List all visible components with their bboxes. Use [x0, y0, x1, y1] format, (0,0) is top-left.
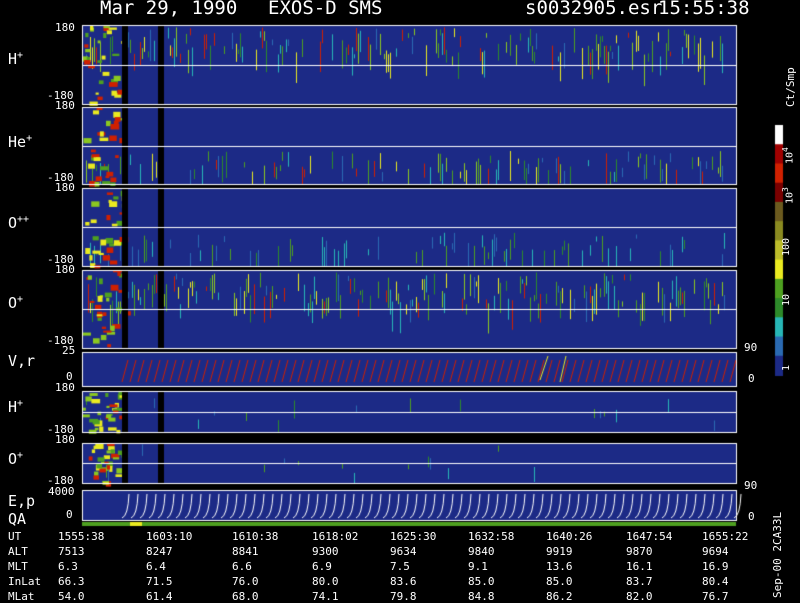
footer-value: 6.4 [146, 560, 166, 573]
panel-label-o-plus-2: O+ [8, 450, 24, 468]
footer-label-inlat: InLat [8, 575, 42, 588]
footer-value: 76.0 [232, 575, 259, 588]
footer-label-alt: ALT [8, 545, 28, 558]
right-tick: 0 [748, 372, 755, 385]
footer-value: 74.1 [312, 590, 339, 603]
footer-value: 1655:22 [702, 530, 749, 543]
colorbar-label-1000: 103 [781, 187, 796, 204]
footer-value: 71.5 [146, 575, 173, 588]
footer-value: 9870 [626, 545, 653, 558]
footer-value: 54.0 [58, 590, 85, 603]
footer-value: 1647:54 [626, 530, 673, 543]
footer-value: 1603:10 [146, 530, 193, 543]
panel-label-o-plus-plus: O++ [8, 214, 30, 232]
y-tick: 180 [55, 21, 75, 34]
colorbar-label-100: 100 [781, 237, 792, 256]
panel-label-ep: E,p [8, 492, 36, 510]
footer-value: 8841 [232, 545, 259, 558]
footer-value: 9840 [468, 545, 495, 558]
footer-value: 80.0 [312, 575, 339, 588]
y-tick: 180 [55, 263, 75, 276]
header-file: s0032905.esr [525, 0, 663, 19]
footer-value: 86.2 [546, 590, 573, 603]
panel-label-qa: QA [8, 510, 27, 528]
footer-value: 1625:30 [390, 530, 437, 543]
footer-value: 83.7 [626, 575, 653, 588]
side-label: Sep-00 2CA33L [771, 511, 784, 598]
y-tick: 180 [55, 381, 75, 394]
footer-value: 76.7 [702, 590, 729, 603]
footer-value: 83.6 [390, 575, 417, 588]
panel-label-h-plus: H+ [8, 50, 24, 68]
footer-label-ut: UT [8, 530, 22, 543]
panel-label-o-plus: O+ [8, 294, 24, 312]
footer-value: 8247 [146, 545, 173, 558]
header-date: Mar 29, 1990 [100, 0, 238, 19]
spectrogram-canvas [0, 0, 800, 600]
right-tick: 0 [748, 510, 755, 523]
y-tick: 180 [55, 181, 75, 194]
footer-value: 1555:38 [58, 530, 105, 543]
colorbar-label-1: 1 [781, 364, 792, 371]
footer-value: 66.3 [58, 575, 85, 588]
footer-label-mlt: MLT [8, 560, 28, 573]
footer-value: 13.6 [546, 560, 573, 573]
footer-value: 9.1 [468, 560, 488, 573]
footer-value: 16.9 [702, 560, 729, 573]
footer-value: 1640:26 [546, 530, 593, 543]
footer-value: 6.9 [312, 560, 332, 573]
footer-value: 16.1 [626, 560, 653, 573]
header-time: 15:55:38 [658, 0, 750, 19]
footer-value: 61.4 [146, 590, 173, 603]
y-tick: 4000 [48, 485, 75, 498]
y-tick: 25 [62, 344, 76, 357]
colorbar-unit: Ct/Smp [784, 67, 797, 107]
footer-value: 85.0 [546, 575, 573, 588]
footer-value: 82.0 [626, 590, 653, 603]
right-tick: 90 [744, 479, 758, 492]
colorbar-label-10000: 104 [781, 147, 796, 164]
panel-label-vr: V,r [8, 352, 36, 370]
footer-value: 9694 [702, 545, 729, 558]
footer-value: 6.6 [232, 560, 252, 573]
header-instrument: EXOS-D SMS [268, 0, 383, 19]
right-tick: 90 [744, 341, 758, 354]
y-tick: 180 [55, 433, 75, 446]
y-tick: 180 [55, 99, 75, 112]
footer-value: 68.0 [232, 590, 259, 603]
footer-value: 84.8 [468, 590, 495, 603]
footer-label-mlat: MLat [8, 590, 35, 603]
footer-value: 1632:58 [468, 530, 515, 543]
footer-value: 80.4 [702, 575, 729, 588]
footer-value: 79.8 [390, 590, 417, 603]
footer-value: 7513 [58, 545, 85, 558]
colorbar-label-10: 10 [781, 293, 792, 306]
y-tick: 0 [66, 508, 73, 521]
footer-value: 1618:02 [312, 530, 359, 543]
footer-value: 9300 [312, 545, 339, 558]
panel-label-h-plus-2: H+ [8, 398, 24, 416]
footer-value: 9919 [546, 545, 573, 558]
footer-value: 85.0 [468, 575, 495, 588]
footer-value: 6.3 [58, 560, 78, 573]
footer-value: 1610:38 [232, 530, 279, 543]
panel-label-he-plus: He+ [8, 133, 33, 151]
footer-value: 7.5 [390, 560, 410, 573]
footer-value: 9634 [390, 545, 417, 558]
